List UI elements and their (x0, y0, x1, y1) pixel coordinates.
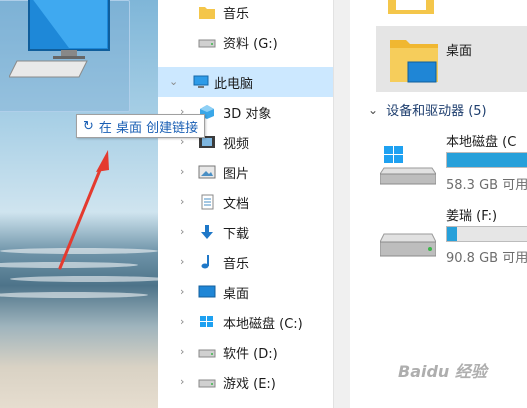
baidu-watermark: Baidu 经验 (398, 362, 487, 381)
chevron-right-icon[interactable]: › (180, 136, 190, 147)
drive-usage-bar (446, 152, 527, 168)
nav-item-drive-e[interactable]: › 游戏 (E:) (158, 367, 333, 397)
desktop-icon (198, 285, 216, 298)
document-icon (201, 194, 214, 210)
drive-usage-bar (446, 226, 527, 242)
drag-link-tooltip: ↻ 在 桌面 创建链接 (76, 114, 206, 138)
drive-free-space: 58.3 GB 可用 (446, 178, 527, 193)
music-note-icon (201, 255, 209, 269)
drive-icon (198, 349, 216, 358)
nav-item-drive-g[interactable]: 资料 (G:) (158, 27, 333, 57)
windows-drive-icon (200, 316, 213, 327)
nav-item-this-pc[interactable]: ⌄ 此电脑 (158, 67, 333, 97)
tooltip-text: 在 桌面 创建链接 (98, 120, 199, 136)
nav-item-pictures[interactable]: › 图片 (158, 157, 333, 187)
nav-item-music-top[interactable]: 音乐 (158, 0, 333, 27)
chevron-right-icon[interactable]: › (180, 226, 190, 237)
drive-icon (198, 379, 216, 388)
drive-name: 本地磁盘 (C (446, 135, 517, 150)
nav-item-documents[interactable]: › 文档 (158, 187, 333, 217)
group-header-label: 设备和驱动器 (5) (386, 104, 487, 119)
devices-group-header[interactable]: ⌄ 设备和驱动器 (5) (368, 100, 487, 120)
nav-item-downloads[interactable]: › 下载 (158, 217, 333, 247)
computer-icon (193, 75, 209, 88)
nav-label: 文档 (223, 196, 250, 212)
nav-scrollbar[interactable] (333, 0, 351, 408)
desktop-folder-icon (390, 40, 438, 83)
picture-icon (198, 165, 216, 179)
chevron-right-icon[interactable]: › (180, 196, 190, 207)
nav-item-drive-c[interactable]: › 本地磁盘 (C:) (158, 307, 333, 337)
link-arrow-icon: ↻ (83, 118, 94, 134)
drive-free-space: 90.8 GB 可用 (446, 251, 527, 266)
nav-label: 本地磁盘 (C:) (223, 316, 303, 332)
content-pane: 桌面 ⌄ 设备和驱动器 (5) 本地磁盘 (C 58.3 GB 可用 姜瑞 (F… (350, 0, 527, 408)
nav-item-drive-d[interactable]: › 软件 (D:) (158, 337, 333, 367)
nav-label: 游戏 (E:) (223, 376, 276, 392)
drive-usage-fill (447, 227, 457, 241)
drive-name: 姜瑞 (F:) (446, 209, 498, 224)
chevron-right-icon[interactable]: › (180, 166, 190, 177)
download-arrow-icon (201, 225, 213, 239)
chevron-right-icon[interactable]: › (180, 376, 190, 387)
navigation-pane: 音乐 资料 (G:) ⌄ 此电脑 › 3D 对象 › 视频 › 图片 › 文档 … (158, 0, 333, 408)
chevron-down-icon[interactable]: ⌄ (368, 103, 378, 117)
chevron-right-icon[interactable]: › (180, 346, 190, 357)
chevron-right-icon[interactable]: › (180, 286, 190, 297)
folder-icon (388, 0, 434, 14)
drive-usage-fill (447, 153, 527, 167)
chevron-right-icon[interactable]: › (180, 256, 190, 267)
nav-label: 音乐 (223, 6, 250, 22)
nav-label: 桌面 (223, 286, 250, 302)
chevron-down-icon[interactable]: ⌄ (169, 76, 179, 87)
red-arrow-annotation (58, 150, 109, 270)
nav-label: 资料 (G:) (223, 36, 278, 52)
drive-icon (380, 233, 436, 257)
desktop-folder-label: 桌面 (446, 44, 473, 59)
folder-icon (199, 7, 215, 19)
desktop-wallpaper (0, 0, 158, 408)
nav-label: 视频 (223, 136, 250, 152)
nav-label: 图片 (223, 166, 250, 182)
chevron-right-icon[interactable]: › (180, 316, 190, 327)
nav-label: 下载 (223, 226, 250, 242)
drive-icon (198, 39, 216, 48)
nav-item-desktop[interactable]: › 桌面 (158, 277, 333, 307)
nav-label: 软件 (D:) (223, 346, 278, 362)
nav-item-music[interactable]: › 音乐 (158, 247, 333, 277)
windows-drive-icon (380, 146, 436, 185)
nav-label: 此电脑 (214, 76, 254, 92)
desktop-folder-tile[interactable]: 桌面 (376, 26, 527, 92)
nav-label: 音乐 (223, 256, 250, 272)
nav-label: 3D 对象 (223, 106, 272, 122)
